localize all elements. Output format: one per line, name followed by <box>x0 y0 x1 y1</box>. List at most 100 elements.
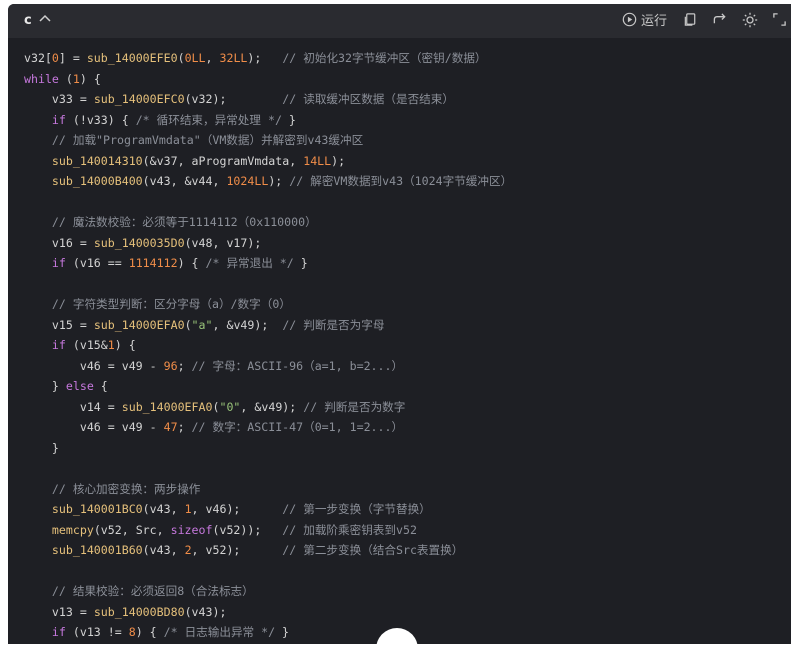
code-token: v13 = <box>24 604 94 619</box>
code-token: while <box>24 71 59 86</box>
scroll-button[interactable] <box>376 628 418 670</box>
code-token: /* 循环结束，异常处理 */ <box>135 112 282 127</box>
code-token: { <box>93 379 108 393</box>
code-token: // 初始化32字节缓冲区（密钥/数据） <box>282 51 487 65</box>
code-token: sizeof <box>170 522 213 537</box>
code-token: (v43); <box>184 604 227 619</box>
code-token: 96 <box>163 358 178 373</box>
code-token: ] = <box>58 51 87 65</box>
code-token: 1 <box>184 502 192 516</box>
code-token: v16 = <box>24 235 94 250</box>
code-token: (v48, v17); <box>184 235 262 250</box>
expand-button[interactable] <box>772 12 787 27</box>
code-token: ; <box>177 358 192 373</box>
code-token: sub_14000EFA0 <box>121 399 213 414</box>
code-token: , v46); <box>191 502 283 516</box>
code-token: // 解密VM数据到v43（1024字节缓冲区） <box>289 174 513 188</box>
play-circle-icon <box>622 12 637 27</box>
code-token: "a" <box>191 317 213 332</box>
code-token: ) { <box>79 71 101 86</box>
code-token: 2 <box>184 543 192 557</box>
code-line: sub_140001BC0(v43, 1, v46); // 第一步变换（字节替… <box>24 499 512 520</box>
code-token: , <box>205 51 220 65</box>
code-line: v46 = v49 - 47; // 数字：ASCII-47（0=1, 1=2.… <box>24 417 512 438</box>
code-token: /* 日志输出异常 */ <box>163 625 276 639</box>
code-token: ) { <box>114 338 136 352</box>
code-token: // 判断是否为数字 <box>303 399 406 414</box>
code-token: (v43, <box>142 502 185 516</box>
code-token: if <box>51 625 66 639</box>
code-line: v46 = v49 - 96; // 字母：ASCII-96（a=1, b=2.… <box>24 356 512 377</box>
code-token: 1 <box>107 338 115 352</box>
code-token: sub_1400035D0 <box>93 235 185 250</box>
code-token: } <box>293 256 308 270</box>
code-token: v46 = v49 - <box>24 420 164 434</box>
code-token: memcpy <box>51 522 94 537</box>
code-token: // 字符类型判断：区分字母（a）/数字（0） <box>51 297 291 311</box>
code-token: v14 = <box>24 399 122 414</box>
code-token: ( <box>184 317 192 332</box>
code-token: (v13 != <box>65 625 129 639</box>
code-line: // 核心加密变换：两步操作 <box>24 479 512 500</box>
code-token: (v52, Src, <box>93 522 171 537</box>
chevron-up-icon[interactable] <box>38 12 52 29</box>
code-token: /* 异常退出 */ <box>205 256 294 270</box>
code-line: v14 = sub_14000EFA0("0", &v49); // 判断是否为… <box>24 397 512 418</box>
code-token: if <box>51 112 66 127</box>
code-line: if (v16 == 1114112) { /* 异常退出 */ } <box>24 253 512 274</box>
expand-icon <box>772 12 787 27</box>
redo-button[interactable] <box>712 12 728 27</box>
code-token: , &v49); <box>240 399 304 414</box>
code-token: ; <box>177 420 192 434</box>
code-token: // 第二步变换（结合Src表置换） <box>282 543 464 557</box>
copy-button[interactable] <box>683 12 698 27</box>
code-actions: 运行 <box>608 10 787 29</box>
code-token: v15 = <box>24 317 94 332</box>
code-token: 1024LL <box>226 174 269 188</box>
code-line: sub_140001B60(v43, 2, v52); // 第二步变换（结合S… <box>24 540 512 561</box>
code-token: sub_14000B400 <box>51 174 143 188</box>
code-line: } else { <box>24 376 512 397</box>
code-token: (v32); <box>184 92 283 106</box>
code-token: , v52); <box>191 543 283 557</box>
code-token: 14LL <box>303 153 332 168</box>
code-line: // 结果校验：必须返回8（合法标志） <box>24 581 512 602</box>
code-token: 32LL <box>219 51 248 65</box>
theme-sun-icon <box>742 12 758 28</box>
code-line: memcpy(v52, Src, sizeof(v52)); // 加载阶乘密钥… <box>24 520 512 541</box>
code-token: sub_14000EFA0 <box>93 317 185 332</box>
code-line: if (v13 != 8) { /* 日志输出异常 */ } <box>24 622 512 643</box>
code-line: // 字符类型判断：区分字母（a）/数字（0） <box>24 294 512 315</box>
code-content: v32[0] = sub_14000EFE0(0LL, 32LL); // 初始… <box>24 48 512 643</box>
code-block-toolbar: c 运行 <box>8 4 791 38</box>
code-token: if <box>51 256 66 270</box>
theme-toggle-button[interactable] <box>742 12 758 28</box>
code-token: , &v49); <box>212 317 283 332</box>
code-token: v32[ <box>24 51 52 65</box>
code-line: v32[0] = sub_14000EFE0(0LL, 32LL); // 初始… <box>24 48 512 69</box>
code-token: sub_14000EFC0 <box>93 92 185 106</box>
code-line: if (v15&1) { <box>24 335 512 356</box>
code-token: // 第一步变换（字节替换） <box>282 502 431 516</box>
code-token: (v15& <box>65 338 108 352</box>
code-token: 0 <box>51 51 59 65</box>
code-token: sub_140001B60 <box>51 543 143 557</box>
code-token: } <box>275 625 290 639</box>
code-line: } <box>24 438 512 459</box>
code-token: 8 <box>128 625 136 639</box>
code-token: 1114112 <box>128 256 178 270</box>
run-button[interactable]: 运行 <box>622 10 667 29</box>
code-line: if (!v33) { /* 循环结束，异常处理 */ } <box>24 110 512 131</box>
